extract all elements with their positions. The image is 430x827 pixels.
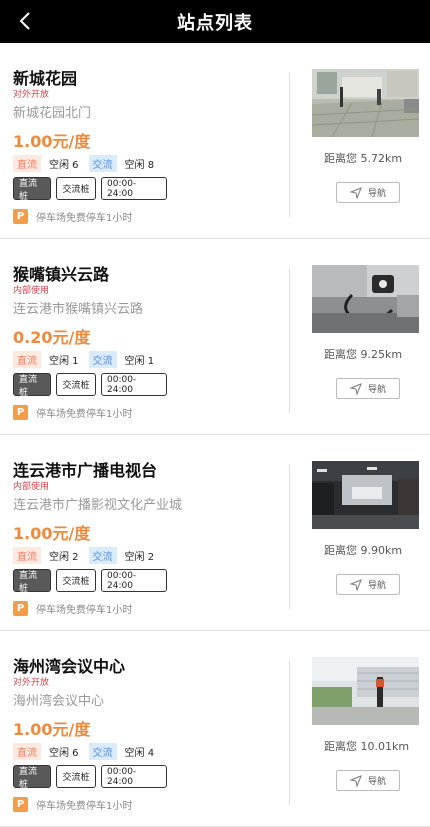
parking-info: P 停车场免费停车1小时	[13, 601, 132, 616]
parking-info: P 停车场免费停车1小时	[13, 405, 132, 420]
ac-free-count: 空闲 4	[124, 748, 155, 759]
parking-icon: P	[13, 797, 28, 812]
parking-text: 停车场免费停车1小时	[36, 605, 133, 616]
station-name: 猴嘴镇兴云路	[13, 265, 110, 284]
ac-charger-chip[interactable]: 交流桩	[56, 569, 96, 592]
dc-tag: 直流	[13, 743, 41, 760]
charger-availability: 直流 空闲 1 交流 空闲 1	[13, 351, 164, 368]
navigate-button[interactable]: 导航	[336, 182, 400, 203]
parking-icon: P	[13, 209, 28, 224]
navigate-label: 导航	[367, 581, 386, 591]
charger-filters: 直流桩 交流桩 00:00-24:00	[13, 373, 167, 398]
navigate-label: 导航	[367, 385, 386, 395]
parking-text: 停车场免费停车1小时	[36, 409, 133, 420]
ac-free-count: 空闲 8	[124, 160, 155, 171]
dc-tag: 直流	[13, 547, 41, 564]
station-name: 海州湾会议中心	[13, 657, 126, 676]
station-address: 新城花园北门	[13, 106, 92, 121]
parking-info: P 停车场免费停车1小时	[13, 209, 132, 224]
station-name: 新城花园	[13, 69, 78, 88]
station-status: 内部使用	[13, 482, 50, 492]
station-card[interactable]: 海州湾会议中心 对外开放 海州湾会议中心 1.00元/度 直流 空闲 6 交流 …	[0, 631, 430, 827]
station-price: 1.00元/度	[13, 132, 91, 151]
charger-availability: 直流 空闲 6 交流 空闲 4	[13, 743, 164, 760]
navigate-button[interactable]: 导航	[336, 574, 400, 595]
station-distance: 距离您 9.90km	[324, 544, 403, 557]
charger-availability: 直流 空闲 2 交流 空闲 2	[13, 547, 164, 564]
ac-free-count: 空闲 1	[124, 356, 155, 367]
ac-tag: 交流	[88, 743, 117, 760]
dc-free-count: 空闲 2	[49, 552, 79, 563]
station-status: 对外开放	[13, 678, 50, 688]
navigate-button[interactable]: 导航	[336, 770, 400, 791]
hours-chip: 00:00-24:00	[101, 569, 167, 592]
station-distance: 距离您 10.01km	[324, 740, 410, 753]
parking-info: P 停车场免费停车1小时	[13, 797, 132, 812]
navigation-arrow-icon	[349, 382, 362, 395]
station-name: 连云港市广播电视台	[13, 461, 158, 480]
ac-charger-chip[interactable]: 交流桩	[56, 373, 96, 396]
navigation-arrow-icon	[349, 774, 362, 787]
navigate-label: 导航	[367, 777, 386, 787]
station-card[interactable]: 新城花园 对外开放 新城花园北门 1.00元/度 直流 空闲 6 交流 空闲 8…	[0, 43, 430, 239]
station-card[interactable]: 猴嘴镇兴云路 内部使用 连云港市猴嘴镇兴云路 0.20元/度 直流 空闲 1 交…	[0, 239, 430, 435]
station-card[interactable]: 连云港市广播电视台 内部使用 连云港市广播影视文化产业城 1.00元/度 直流 …	[0, 435, 430, 631]
station-status: 对外开放	[13, 90, 50, 100]
station-price: 0.20元/度	[13, 328, 91, 347]
station-price: 1.00元/度	[13, 720, 91, 739]
dc-tag: 直流	[13, 155, 41, 172]
station-price: 1.00元/度	[13, 524, 91, 543]
parking-text: 停车场免费停车1小时	[36, 213, 133, 224]
dc-free-count: 空闲 6	[49, 160, 79, 171]
charger-filters: 直流桩 交流桩 00:00-24:00	[13, 765, 167, 790]
station-address: 连云港市广播影视文化产业城	[13, 498, 183, 513]
parking-icon: P	[13, 601, 28, 616]
navigation-arrow-icon	[349, 578, 362, 591]
navigate-label: 导航	[367, 189, 386, 199]
hours-chip: 00:00-24:00	[101, 177, 167, 200]
ac-charger-chip[interactable]: 交流桩	[56, 177, 96, 200]
charger-availability: 直流 空闲 6 交流 空闲 8	[13, 155, 164, 172]
back-button[interactable]	[10, 6, 40, 36]
ac-tag: 交流	[88, 351, 117, 368]
station-photo[interactable]	[312, 461, 419, 529]
station-address: 海州湾会议中心	[13, 694, 105, 709]
divider	[289, 465, 290, 609]
navigate-button[interactable]: 导航	[336, 378, 400, 399]
ac-free-count: 空闲 2	[124, 552, 155, 563]
divider	[289, 269, 290, 413]
parking-icon: P	[13, 405, 28, 420]
page-title: 站点列表	[177, 12, 253, 34]
ac-tag: 交流	[88, 155, 117, 172]
dc-free-count: 空闲 1	[49, 356, 79, 367]
dc-tag: 直流	[13, 351, 41, 368]
ac-charger-chip[interactable]: 交流桩	[56, 765, 96, 788]
ac-tag: 交流	[88, 547, 117, 564]
dc-charger-chip[interactable]: 直流桩	[13, 177, 51, 202]
station-distance: 距离您 9.25km	[324, 348, 403, 361]
dc-free-count: 空闲 6	[49, 748, 79, 759]
hours-chip: 00:00-24:00	[101, 373, 167, 396]
dc-charger-chip[interactable]: 直流桩	[13, 765, 51, 790]
station-address: 连云港市猴嘴镇兴云路	[13, 302, 144, 317]
charger-filters: 直流桩 交流桩 00:00-24:00	[13, 569, 167, 594]
station-photo[interactable]	[312, 69, 419, 137]
station-distance: 距离您 5.72km	[324, 152, 403, 165]
station-photo[interactable]	[312, 265, 419, 333]
station-status: 内部使用	[13, 286, 50, 296]
station-photo[interactable]	[312, 657, 419, 725]
dc-charger-chip[interactable]: 直流桩	[13, 373, 51, 398]
hours-chip: 00:00-24:00	[101, 765, 167, 788]
divider	[289, 73, 290, 217]
chevron-left-icon	[19, 12, 30, 30]
navigation-arrow-icon	[349, 186, 362, 199]
dc-charger-chip[interactable]: 直流桩	[13, 569, 51, 594]
station-list: 新城花园 对外开放 新城花园北门 1.00元/度 直流 空闲 6 交流 空闲 8…	[0, 43, 430, 827]
divider	[289, 661, 290, 805]
charger-filters: 直流桩 交流桩 00:00-24:00	[13, 177, 167, 202]
app-header: 站点列表	[0, 0, 430, 43]
parking-text: 停车场免费停车1小时	[36, 801, 133, 812]
